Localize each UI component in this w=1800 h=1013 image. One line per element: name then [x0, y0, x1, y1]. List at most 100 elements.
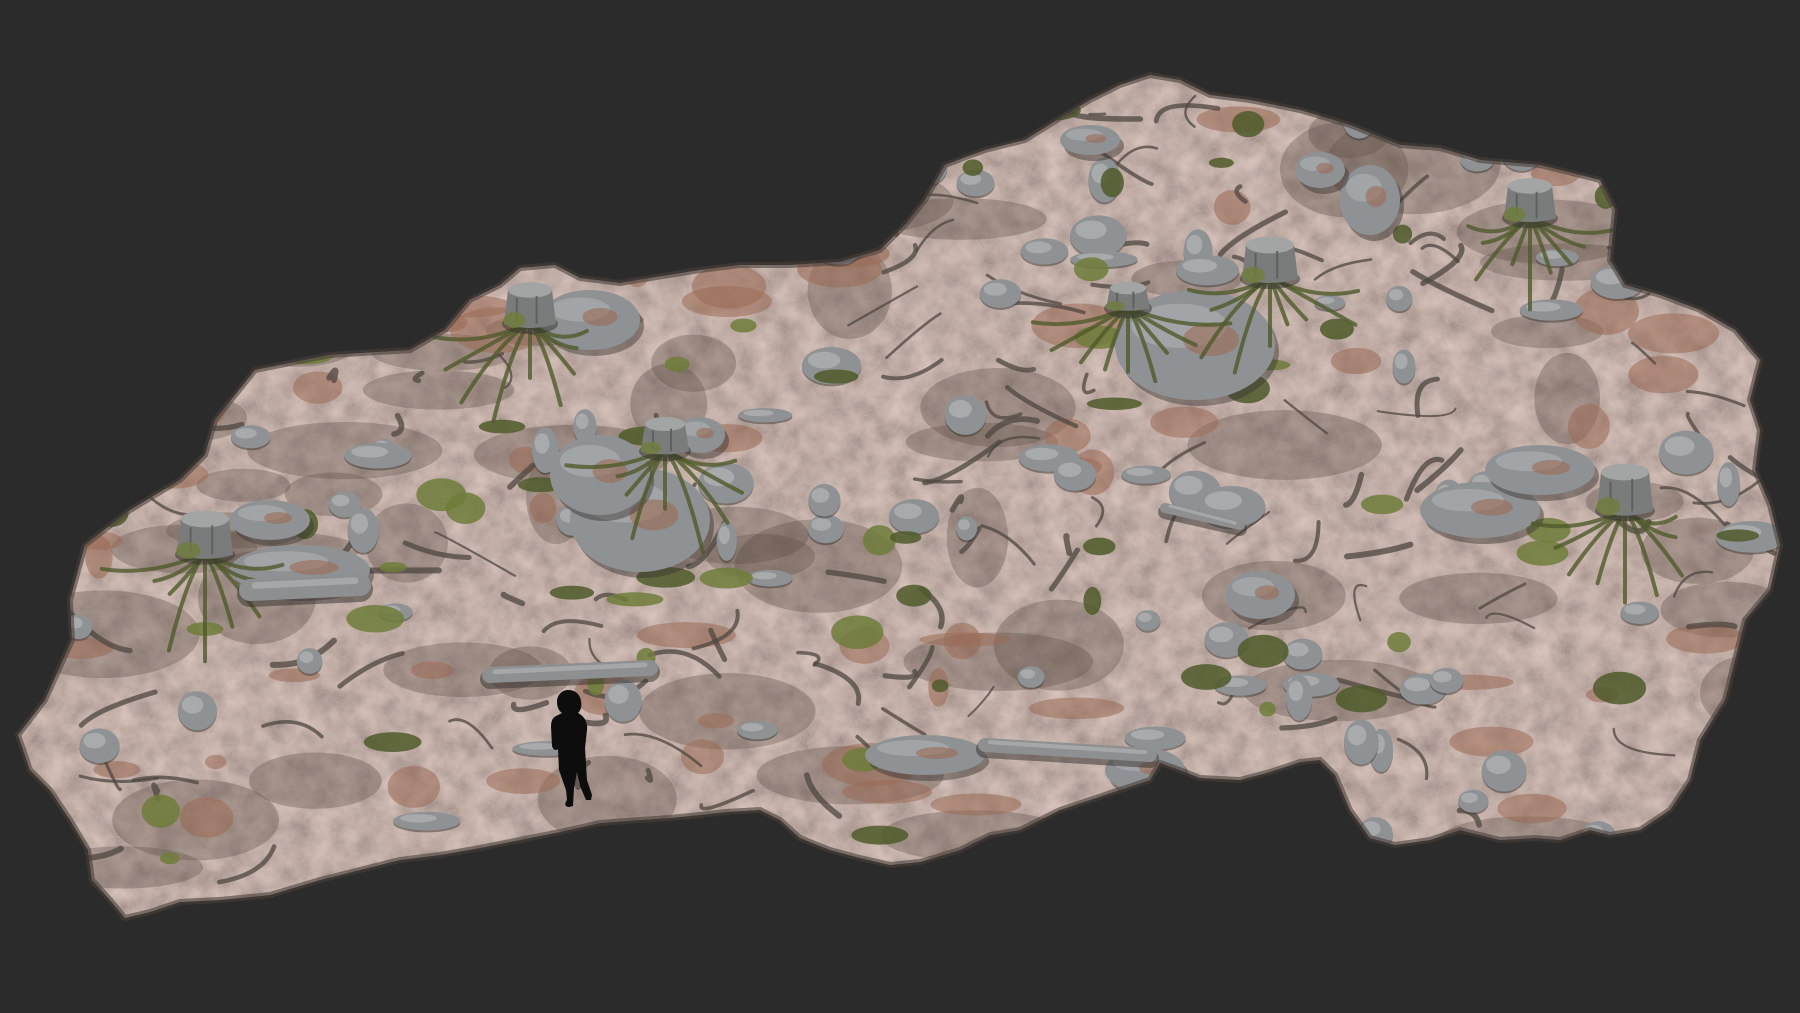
moss-patch — [416, 478, 467, 512]
needle-litter — [1449, 726, 1534, 757]
stump-moss — [503, 312, 526, 328]
moss-patch — [1237, 634, 1289, 668]
stump-top — [508, 282, 552, 298]
rock-highlight — [1182, 258, 1217, 273]
boulder-litter — [1254, 585, 1280, 600]
rock-highlight — [811, 517, 832, 531]
moss-patch — [831, 615, 884, 650]
rock-highlight — [1137, 612, 1152, 622]
rock-highlight — [1204, 491, 1242, 510]
moss-patch — [1073, 257, 1109, 282]
boulder-litter — [1471, 498, 1513, 516]
stump-moss — [1596, 497, 1621, 516]
moss-patch — [1083, 537, 1116, 556]
soil-patch — [638, 673, 816, 750]
soil-patch — [993, 599, 1124, 691]
needle-litter — [179, 797, 234, 838]
needle-litter — [486, 768, 561, 794]
root — [1685, 621, 1738, 630]
soil-patch — [362, 370, 515, 410]
moss-patch — [379, 561, 407, 573]
rock-highlight — [1433, 671, 1452, 683]
stump-moss — [1106, 301, 1125, 311]
needle-litter — [529, 492, 557, 524]
stump-moss — [176, 542, 201, 559]
moss-patch — [1592, 671, 1647, 705]
rock-highlight — [1130, 729, 1165, 740]
moss-patch — [1335, 685, 1388, 713]
needle-litter — [1150, 406, 1219, 438]
soil-patch — [249, 752, 382, 809]
stump-top — [1110, 281, 1146, 295]
needle-litter — [697, 713, 735, 729]
rock-highlight — [1024, 447, 1059, 461]
rock-highlight — [1719, 467, 1733, 488]
boulder-litter — [696, 427, 714, 439]
rock-highlight — [1394, 353, 1408, 370]
rock-highlight — [1288, 680, 1304, 702]
rock-highlight — [1286, 642, 1309, 657]
rock-highlight — [1347, 725, 1367, 746]
rock-highlight — [807, 351, 841, 369]
rock-highlight — [751, 571, 777, 580]
stump-moss — [1241, 267, 1266, 283]
needle-litter — [410, 661, 454, 680]
moss-patch — [1086, 397, 1142, 410]
rock-highlight — [1025, 241, 1052, 254]
moss-patch — [1716, 529, 1760, 542]
moss-patch — [1180, 664, 1232, 690]
rock-highlight — [1486, 755, 1511, 775]
moss-patch — [851, 825, 909, 845]
moss-patch — [606, 592, 664, 607]
rock-highlight — [1664, 436, 1695, 456]
needle-litter — [1497, 793, 1567, 824]
needle-litter — [387, 765, 441, 808]
rock-highlight — [351, 445, 389, 458]
rock-highlight — [894, 503, 922, 519]
moss-patch — [1232, 110, 1265, 138]
rock-highlight — [703, 467, 735, 487]
boulder-litter — [289, 560, 339, 575]
moss-patch — [962, 159, 984, 176]
needle-litter — [930, 793, 1022, 816]
rock-highlight — [608, 685, 629, 704]
rock-highlight — [181, 696, 204, 714]
rock-highlight — [1126, 467, 1154, 476]
needle-litter — [1567, 404, 1610, 449]
moss-patch — [664, 356, 690, 372]
stump-moss — [1503, 206, 1526, 223]
rock-highlight — [83, 732, 106, 749]
moss-patch — [1259, 701, 1276, 717]
rock-highlight — [983, 282, 1007, 296]
rock-highlight — [1404, 677, 1431, 692]
rock-highlight — [575, 413, 589, 430]
rock-highlight — [948, 400, 972, 418]
needle-litter — [1330, 347, 1382, 375]
boulder-litter — [1531, 460, 1571, 475]
root — [644, 767, 654, 783]
soil-patch — [196, 468, 291, 502]
rock-highlight — [1186, 234, 1203, 255]
moss-patch — [730, 318, 757, 333]
rock-highlight — [1020, 668, 1036, 679]
rock-highlight — [811, 487, 830, 503]
rock-highlight — [958, 519, 970, 531]
stump-moss — [641, 441, 661, 455]
rock-highlight — [1075, 220, 1107, 239]
boulder-litter — [916, 747, 958, 759]
moss-patch — [889, 531, 922, 544]
boulder-litter — [264, 512, 292, 524]
needle-litter — [205, 754, 227, 770]
rock-highlight — [1388, 288, 1404, 301]
root — [1063, 533, 1073, 557]
needle-litter — [681, 286, 773, 318]
moss-patch — [478, 419, 526, 434]
boulder-litter — [1316, 162, 1334, 174]
soil-patch — [1399, 572, 1558, 625]
moss-patch — [549, 585, 595, 600]
rock-highlight — [234, 428, 257, 439]
needle-litter — [1028, 697, 1124, 720]
moss-patch — [813, 369, 859, 384]
moss-patch — [896, 584, 932, 607]
moss-patch — [1208, 157, 1234, 168]
